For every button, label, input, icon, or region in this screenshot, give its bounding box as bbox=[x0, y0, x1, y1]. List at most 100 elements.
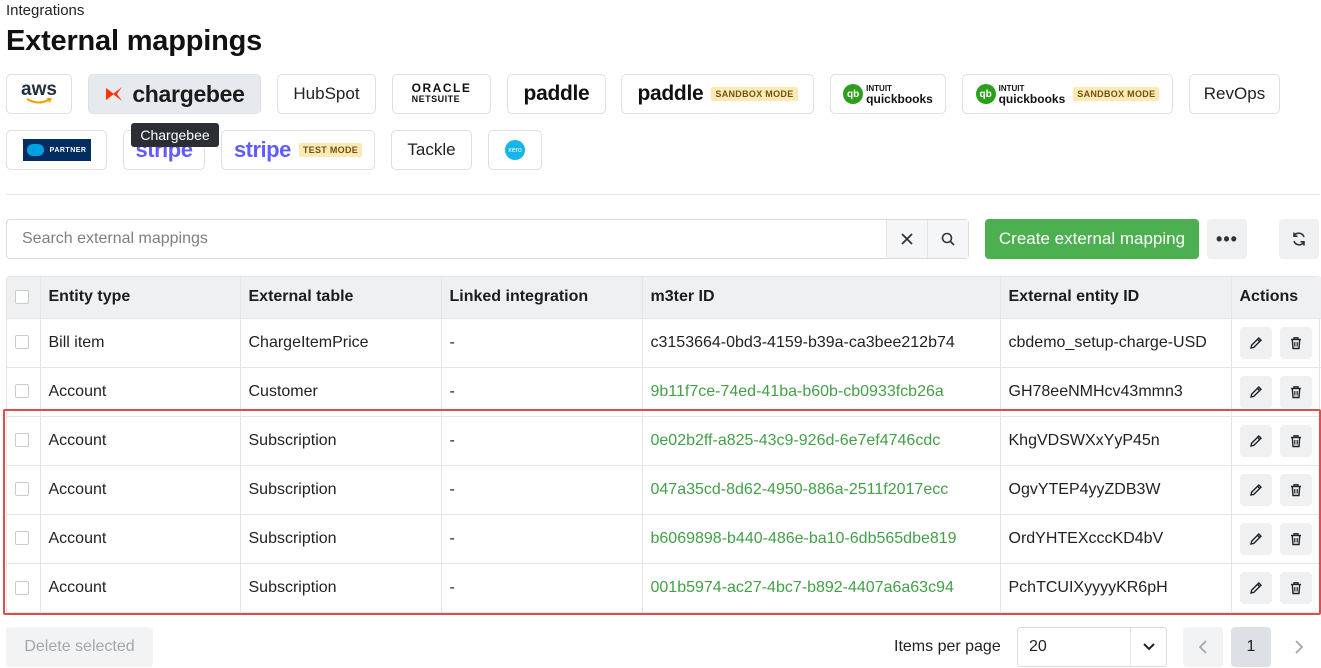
delete-button[interactable] bbox=[1279, 375, 1312, 408]
breadcrumb[interactable]: Integrations bbox=[6, 2, 84, 19]
row-checkbox[interactable] bbox=[15, 384, 29, 399]
m3ter-id-link[interactable]: b6069898-b440-486e-ba10-6db565dbe819 bbox=[642, 514, 1001, 563]
search-input[interactable] bbox=[7, 220, 886, 258]
salesforce-cloud-icon bbox=[26, 144, 44, 156]
column-entity-type[interactable]: Entity type bbox=[40, 277, 241, 318]
delete-button[interactable] bbox=[1279, 326, 1312, 359]
integration-aws[interactable]: aws bbox=[6, 74, 72, 114]
next-page-button[interactable] bbox=[1279, 627, 1319, 667]
row-select-cell bbox=[7, 465, 41, 514]
integration-salesforce[interactable]: PARTNER bbox=[6, 130, 107, 170]
integration-netsuite[interactable]: ORACLE NETSUITE bbox=[392, 74, 491, 114]
external-table-cell: Subscription bbox=[240, 416, 442, 465]
column-linked-integration[interactable]: Linked integration bbox=[441, 277, 643, 318]
more-options-button[interactable]: ••• bbox=[1207, 219, 1247, 259]
pencil-icon bbox=[1249, 581, 1262, 594]
row-checkbox[interactable] bbox=[15, 335, 29, 350]
integration-revops[interactable]: RevOps bbox=[1189, 74, 1280, 114]
sandbox-mode-badge: SANDBOX MODE bbox=[1073, 87, 1160, 101]
edit-button[interactable] bbox=[1239, 424, 1272, 457]
close-icon bbox=[901, 233, 913, 245]
integration-hubspot[interactable]: HubSpot bbox=[277, 74, 376, 114]
test-mode-badge: TEST MODE bbox=[298, 143, 363, 157]
pencil-icon bbox=[1249, 532, 1262, 545]
row-checkbox[interactable] bbox=[15, 482, 29, 497]
row-checkbox[interactable] bbox=[15, 433, 29, 448]
hubspot-label: HubSpot bbox=[293, 84, 360, 103]
quickbooks-logo-text: quickbooks bbox=[866, 92, 933, 106]
search-button[interactable] bbox=[927, 220, 968, 258]
clear-search-button[interactable] bbox=[886, 220, 927, 258]
row-checkbox[interactable] bbox=[15, 531, 29, 546]
salesforce-partner-text: PARTNER bbox=[49, 146, 87, 154]
integration-paddle-sandbox[interactable]: paddle SANDBOX MODE bbox=[621, 74, 814, 114]
delete-button[interactable] bbox=[1279, 424, 1312, 457]
items-per-page-select[interactable]: 20 bbox=[1017, 627, 1167, 667]
row-select-cell bbox=[7, 514, 41, 563]
row-select-cell bbox=[7, 563, 41, 612]
m3ter-id-link[interactable]: 047a35cd-8d62-4950-886a-2511f2017ecc bbox=[642, 465, 1001, 514]
delete-button[interactable] bbox=[1279, 473, 1312, 506]
linked-integration-cell: - bbox=[441, 465, 643, 514]
previous-page-button[interactable] bbox=[1183, 627, 1223, 667]
integration-quickbooks[interactable]: qb INTUIT quickbooks bbox=[830, 74, 946, 114]
page-number-button[interactable]: 1 bbox=[1231, 627, 1271, 667]
external-entity-id-cell: cbdemo_setup-charge-USD bbox=[1000, 318, 1232, 367]
delete-button[interactable] bbox=[1279, 571, 1312, 604]
external-entity-id-cell: PchTCUIXyyyyKR6pH bbox=[1000, 563, 1232, 612]
m3ter-id-cell: c3153664-0bd3-4159-b39a-ca3bee212b74 bbox=[642, 318, 1001, 367]
integration-stripe-test[interactable]: stripe TEST MODE bbox=[221, 130, 375, 170]
trash-icon bbox=[1290, 385, 1301, 398]
m3ter-id-link[interactable]: 9b11f7ce-74ed-41ba-b60b-cb0933fcb26a bbox=[642, 367, 1001, 416]
entity-type-cell: Account bbox=[40, 367, 241, 416]
edit-button[interactable] bbox=[1239, 326, 1272, 359]
table-row: Account Subscription -047a35cd-8d62-4950-8… bbox=[7, 465, 1321, 514]
trash-icon bbox=[1290, 336, 1301, 349]
refresh-icon bbox=[1293, 232, 1305, 246]
delete-button[interactable] bbox=[1279, 522, 1312, 555]
m3ter-id-link[interactable]: 0e02b2ff-a825-43c9-926d-6e7ef4746cdc bbox=[642, 416, 1001, 465]
column-external-entity-id[interactable]: External entity ID bbox=[1000, 277, 1232, 318]
integration-chargebee[interactable]: chargebee bbox=[88, 74, 261, 114]
m3ter-id-link[interactable]: 001b5974-ac27-4bc7-b892-4407a6a63c94 bbox=[642, 563, 1001, 612]
delete-selected-button[interactable]: Delete selected bbox=[6, 627, 153, 667]
trash-icon bbox=[1290, 581, 1301, 594]
edit-button[interactable] bbox=[1239, 571, 1272, 604]
actions-cell bbox=[1231, 563, 1321, 612]
select-all-cell bbox=[7, 277, 41, 318]
chevron-right-icon bbox=[1295, 640, 1303, 654]
integration-tackle[interactable]: Tackle bbox=[391, 130, 472, 170]
edit-button[interactable] bbox=[1239, 473, 1272, 506]
chargebee-logo-text: chargebee bbox=[132, 80, 245, 107]
xero-logo: xero bbox=[505, 140, 525, 160]
row-checkbox[interactable] bbox=[15, 580, 29, 595]
create-external-mapping-button[interactable]: Create external mapping bbox=[985, 219, 1199, 259]
integration-paddle[interactable]: paddle bbox=[507, 74, 606, 114]
actions-cell bbox=[1231, 465, 1321, 514]
linked-integration-cell: - bbox=[441, 563, 643, 612]
items-per-page-toggle[interactable] bbox=[1130, 628, 1166, 666]
edit-button[interactable] bbox=[1239, 375, 1272, 408]
column-external-table[interactable]: External table bbox=[240, 277, 442, 318]
external-table-cell: Subscription bbox=[240, 465, 442, 514]
integration-xero[interactable]: xero bbox=[488, 130, 542, 170]
stripe-test-logo-text: stripe bbox=[233, 137, 291, 162]
items-per-page-value: 20 bbox=[1029, 638, 1047, 655]
row-select-cell bbox=[7, 318, 41, 367]
refresh-button[interactable] bbox=[1279, 219, 1319, 259]
pencil-icon bbox=[1249, 385, 1262, 398]
page-title: External mappings bbox=[6, 25, 263, 57]
integration-quickbooks-sandbox[interactable]: qb INTUIT quickbooks SANDBOX MODE bbox=[962, 74, 1173, 114]
table-row: Bill item ChargeItemPrice - c3153664-0bd3-4… bbox=[7, 318, 1321, 367]
revops-label: RevOps bbox=[1203, 84, 1266, 103]
column-m3ter-id[interactable]: m3ter ID bbox=[642, 277, 1001, 318]
external-table-cell: ChargeItemPrice bbox=[240, 318, 442, 367]
select-all-checkbox[interactable] bbox=[15, 290, 29, 305]
chargebee-icon bbox=[106, 87, 123, 101]
actions-cell bbox=[1231, 416, 1321, 465]
netsuite-logo-text: NETSUITE bbox=[411, 94, 461, 104]
edit-button[interactable] bbox=[1239, 522, 1272, 555]
quickbooks-sandbox-icon: qb bbox=[975, 84, 996, 104]
oracle-logo-text: ORACLE bbox=[411, 81, 472, 95]
actions-cell bbox=[1231, 367, 1321, 416]
